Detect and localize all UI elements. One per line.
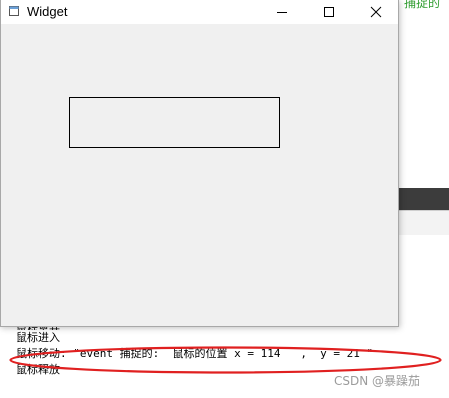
background-green-text: 捕捉的	[404, 0, 441, 10]
close-icon	[370, 6, 382, 18]
app-icon	[9, 6, 19, 16]
ide-light-strip	[398, 211, 449, 235]
window-title: Widget	[27, 4, 68, 19]
close-button[interactable]	[353, 0, 399, 24]
drawn-rectangle	[69, 97, 280, 148]
console-line: 鼠标进入	[16, 331, 60, 344]
ide-dark-bar	[398, 188, 449, 210]
maximize-button[interactable]	[306, 0, 352, 24]
minimize-icon	[277, 12, 287, 13]
watermark: CSDN @暴躁茄	[334, 374, 421, 388]
highlight-ellipse	[9, 346, 442, 374]
maximize-icon	[324, 7, 334, 17]
titlebar[interactable]: Widget	[1, 0, 398, 24]
widget-window: Widget	[0, 0, 399, 327]
minimize-button[interactable]	[259, 0, 305, 24]
